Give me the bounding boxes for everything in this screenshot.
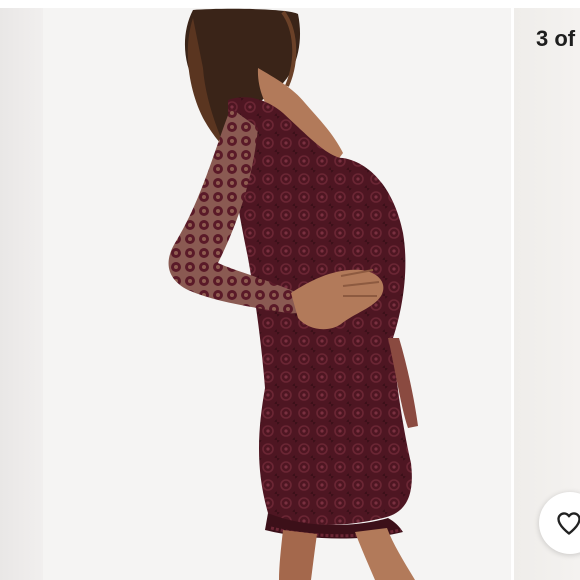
heart-outline-icon xyxy=(557,512,580,535)
previous-slide-edge[interactable] xyxy=(0,8,43,580)
current-slide[interactable] xyxy=(43,8,511,580)
photo-carousel[interactable] xyxy=(0,0,580,580)
slide-divider xyxy=(511,8,514,580)
photo-counter: 3 of xyxy=(536,26,576,51)
product-photo xyxy=(168,8,418,580)
